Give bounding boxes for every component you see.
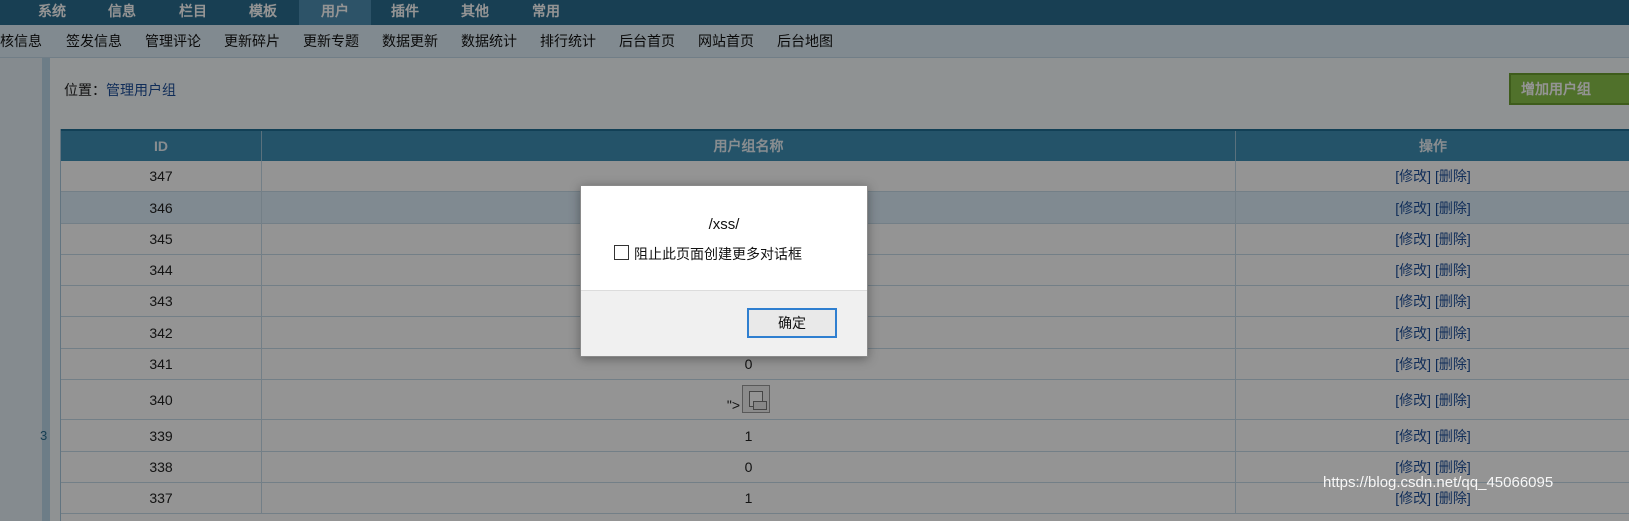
- prevent-dialogs-label[interactable]: 阻止此页面创建更多对话框: [634, 244, 802, 264]
- watermark: https://blog.csdn.net/qq_45066095: [1323, 474, 1554, 491]
- alert-dialog: /xss/ 阻止此页面创建更多对话框 确定: [580, 185, 868, 357]
- prevent-dialogs-checkbox[interactable]: [614, 245, 629, 260]
- ok-button[interactable]: 确定: [747, 308, 837, 338]
- dialog-footer: 确定: [581, 290, 867, 356]
- alert-message: /xss/: [708, 216, 740, 233]
